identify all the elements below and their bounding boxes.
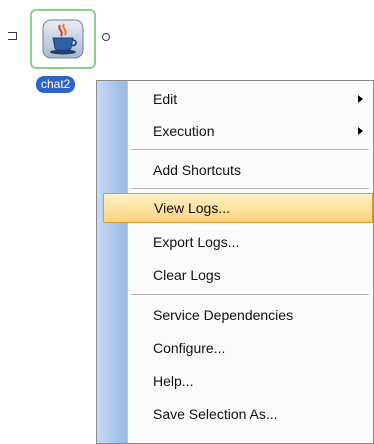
menu-separator [131,188,369,189]
node-label[interactable]: chat2 [36,76,76,93]
menu-item-label: Clear Logs [153,267,221,283]
submenu-arrow-icon [358,95,363,103]
submenu-arrow-icon [358,127,363,135]
menu-gutter [97,81,128,443]
menu-item-label: Help... [153,373,194,389]
menu-item-label: Execution [153,123,215,139]
menu-item-service-dependencies[interactable]: Service Dependencies [127,300,371,330]
menu-item-label: Edit [153,91,178,107]
menu-item-configure[interactable]: Configure... [127,333,371,363]
service-node[interactable] [30,9,96,69]
input-port-icon[interactable] [8,32,17,40]
menu-item-label: Save Selection As... [153,406,278,422]
java-coffee-cup-icon [42,19,84,59]
menu-item-label: Add Shortcuts [153,162,241,178]
output-port-icon[interactable] [102,33,110,41]
canvas: chat2 Edit Execution Add Shortcuts View … [0,0,374,444]
menu-item-add-shortcuts[interactable]: Add Shortcuts [127,155,371,185]
menu-item-label: View Logs... [154,200,231,216]
menu-separator [131,294,369,295]
menu-item-export-logs[interactable]: Export Logs... [127,227,371,257]
menu-item-edit[interactable]: Edit [127,84,371,114]
menu-item-view-logs[interactable]: View Logs... [103,193,373,223]
menu-item-execution[interactable]: Execution [127,116,371,146]
context-menu: Edit Execution Add Shortcuts View Logs..… [96,80,374,444]
menu-item-help[interactable]: Help... [127,366,371,396]
menu-item-label: Export Logs... [153,234,240,250]
menu-item-label: Configure... [153,340,226,356]
menu-separator [131,149,369,150]
menu-item-clear-logs[interactable]: Clear Logs [127,260,371,290]
menu-item-save-selection-as[interactable]: Save Selection As... [127,399,371,429]
menu-item-label: Service Dependencies [153,307,294,323]
